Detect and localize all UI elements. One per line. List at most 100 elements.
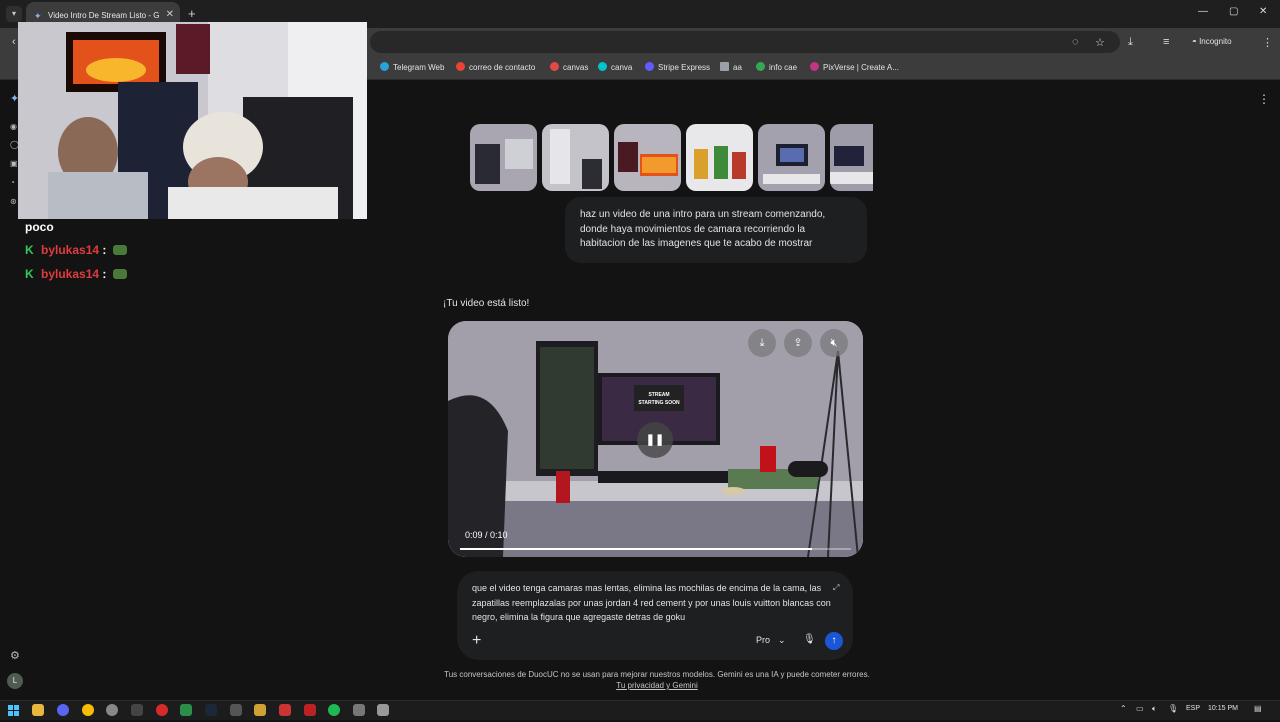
video-download-button[interactable]: ⤓ bbox=[748, 329, 776, 357]
bookmark-correo[interactable]: correo de contacto bbox=[456, 62, 535, 72]
app-icon-4[interactable] bbox=[131, 704, 143, 716]
download-icon[interactable]: ⤓ bbox=[1128, 36, 1133, 49]
uploaded-image-thumbnail[interactable] bbox=[614, 124, 681, 191]
bookmark-folder-aa[interactable]: aa bbox=[720, 62, 742, 72]
bookmark-info-cae[interactable]: info cae bbox=[756, 62, 797, 72]
pepe-emote-icon bbox=[112, 269, 127, 279]
bookmark-canva[interactable]: canva bbox=[598, 62, 632, 72]
add-attachment-button[interactable]: + bbox=[472, 632, 481, 650]
video-mute-button[interactable]: 🔇︎ bbox=[820, 329, 848, 357]
chat-line-0: poco bbox=[25, 220, 54, 234]
rail-icon-5[interactable]: ⊛ bbox=[10, 197, 17, 206]
chat-line-1: K bylukas14 : bbox=[25, 243, 127, 257]
response-title: ¡Tu video está listo! bbox=[443, 298, 530, 309]
gemini-sparkle-icon: ✦ bbox=[34, 11, 42, 21]
windows-start-icon[interactable] bbox=[8, 704, 20, 716]
chat-username: bylukas14 bbox=[41, 243, 100, 257]
svg-text:STREAM: STREAM bbox=[648, 392, 669, 398]
arrow-up-icon: ↑ bbox=[831, 635, 837, 646]
reading-list-icon[interactable]: ≡ bbox=[1163, 36, 1169, 48]
app-icon-11[interactable] bbox=[304, 704, 316, 716]
new-tab-button[interactable]: + bbox=[188, 6, 196, 21]
settings-gear-icon[interactable]: ⚙ bbox=[10, 649, 20, 662]
app-icon-13[interactable] bbox=[353, 704, 365, 716]
pepe-emote-icon bbox=[112, 245, 127, 255]
chat-badge-icon: K bbox=[25, 267, 34, 281]
canvas-icon bbox=[550, 62, 559, 71]
uploaded-image-thumbnail[interactable] bbox=[758, 124, 825, 191]
address-bar[interactable] bbox=[370, 31, 1120, 53]
tab-close-icon[interactable]: ✕ bbox=[166, 9, 174, 20]
bookmark-canvas[interactable]: canvas bbox=[550, 62, 588, 72]
back-icon[interactable]: ‹ bbox=[12, 36, 16, 48]
app-icon-9[interactable] bbox=[254, 704, 266, 716]
rail-icon-1[interactable]: ◉ bbox=[10, 122, 17, 131]
video-pause-button[interactable]: ❚❚ bbox=[637, 422, 673, 458]
pycharm-icon[interactable] bbox=[180, 704, 192, 716]
video-share-button[interactable]: ⇪ bbox=[784, 329, 812, 357]
gmail-icon bbox=[456, 62, 465, 71]
file-explorer-icon[interactable] bbox=[32, 704, 44, 716]
uploaded-image-thumbnail[interactable] bbox=[542, 124, 609, 191]
rail-icon-3[interactable]: ▣ bbox=[10, 159, 18, 168]
uploaded-image-thumbnail[interactable] bbox=[470, 124, 537, 191]
video-seek-progress bbox=[460, 548, 812, 550]
system-clock[interactable]: 10:15 PM bbox=[1208, 705, 1238, 712]
browser-menu-icon[interactable]: ⋮ bbox=[1262, 36, 1273, 49]
app-icon-5[interactable] bbox=[156, 704, 168, 716]
chat-line-2: K bylukas14 : bbox=[25, 267, 127, 281]
user-avatar[interactable]: L bbox=[7, 673, 23, 689]
model-selector[interactable]: Pro ⌄ bbox=[756, 635, 786, 646]
tray-mic-icon[interactable]: 🎙︎ bbox=[1168, 704, 1178, 713]
chrome-icon[interactable] bbox=[82, 704, 94, 716]
stripe-icon bbox=[645, 62, 654, 71]
app-icon-8[interactable] bbox=[230, 704, 242, 716]
tab-search-button[interactable]: ▾ bbox=[6, 6, 22, 22]
share-icon: ⇪ bbox=[793, 337, 803, 349]
tray-chevron-icon[interactable]: ⌃ bbox=[1120, 704, 1127, 713]
chat-username: bylukas14 bbox=[41, 267, 100, 281]
microphone-icon[interactable]: 🎙︎ bbox=[803, 634, 816, 645]
maximize-button[interactable]: ▢ bbox=[1229, 6, 1238, 17]
notifications-icon[interactable]: ▤ bbox=[1254, 704, 1262, 713]
page-menu-icon[interactable]: ⋮ bbox=[1258, 92, 1270, 106]
expand-input-icon[interactable]: ⤢ bbox=[833, 583, 839, 593]
uploaded-image-thumbnail[interactable] bbox=[686, 124, 753, 191]
send-button[interactable]: ↑ bbox=[825, 632, 843, 650]
incognito-badge[interactable]: ◓ Incognito bbox=[1192, 37, 1232, 46]
rail-icon-4[interactable]: ◔ bbox=[10, 178, 15, 187]
bookmark-star-icon[interactable]: ☆ bbox=[1095, 36, 1105, 49]
telegram-icon bbox=[380, 62, 389, 71]
webcam-overlay bbox=[18, 22, 367, 219]
bookmark-stripe[interactable]: Stripe Express bbox=[645, 62, 710, 72]
network-icon[interactable]: ▭ bbox=[1136, 704, 1144, 713]
video-time: 0:09 / 0:10 bbox=[465, 530, 508, 540]
webcam-feed-image bbox=[18, 22, 367, 219]
app-icon-10[interactable] bbox=[279, 704, 291, 716]
spotify-icon[interactable] bbox=[328, 704, 340, 716]
bookmark-pixverse[interactable]: PixVerse | Create A... bbox=[810, 62, 899, 72]
discord-icon[interactable] bbox=[57, 704, 69, 716]
privacy-link[interactable]: Tu privacidad y Gemini bbox=[443, 681, 871, 690]
mute-icon: 🔇︎ bbox=[830, 337, 838, 349]
uploaded-image-thumbnail[interactable] bbox=[830, 124, 873, 191]
app-icon-3[interactable] bbox=[106, 704, 118, 716]
download-icon: ⤓ bbox=[759, 337, 765, 349]
user-prompt-bubble: haz un video de una intro para un stream… bbox=[565, 197, 867, 263]
disclaimer-text: Tus conversaciones de DuocUC no se usan … bbox=[444, 670, 870, 679]
prompt-input-text[interactable]: que el video tenga camaras mas lentas, e… bbox=[472, 581, 832, 625]
close-window-button[interactable]: ✕ bbox=[1259, 6, 1267, 17]
chevron-down-icon: ⌄ bbox=[778, 635, 786, 645]
bookmark-telegram[interactable]: Telegram Web bbox=[380, 62, 444, 72]
steam-icon[interactable] bbox=[205, 704, 217, 716]
windows-taskbar bbox=[0, 700, 1280, 720]
svg-text:STARTING SOON: STARTING SOON bbox=[638, 400, 680, 406]
folder-icon bbox=[720, 62, 729, 71]
photos-icon[interactable] bbox=[377, 704, 389, 716]
chat-badge-icon: K bbox=[25, 243, 34, 257]
input-language[interactable]: ESP bbox=[1186, 705, 1200, 712]
eye-off-icon[interactable]: ◌ bbox=[1072, 36, 1079, 48]
user-prompt-text: haz un video de una intro para un stream… bbox=[580, 209, 826, 249]
minimize-button[interactable]: — bbox=[1198, 6, 1208, 17]
volume-icon[interactable]: 🔈︎ bbox=[1152, 704, 1157, 714]
